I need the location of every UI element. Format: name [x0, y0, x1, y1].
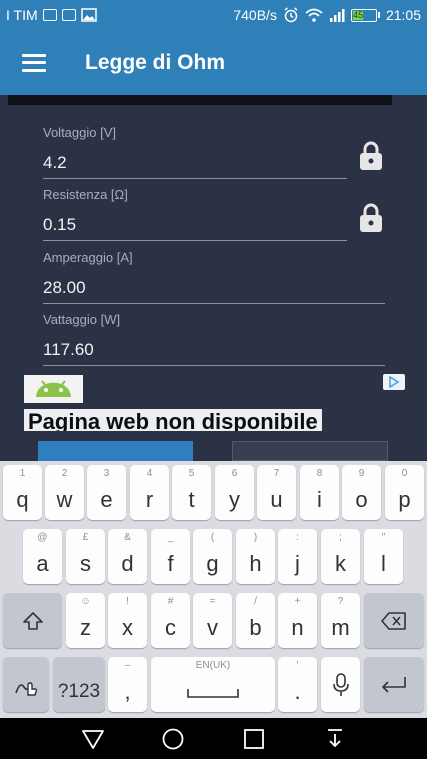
net-speed: 740B/s [233, 7, 277, 23]
period-key[interactable]: '. [278, 657, 317, 712]
key-r[interactable]: 4r [130, 465, 169, 520]
main-content: Voltaggio [V] 4.2 Resistenza [Ω] 0.15 Am… [0, 95, 427, 461]
space-bar[interactable]: EN(UK) [151, 657, 275, 712]
ad-banner-top[interactable] [8, 95, 392, 105]
image-icon [80, 8, 97, 22]
key-o[interactable]: 9o [342, 465, 381, 520]
wifi-icon [305, 8, 323, 22]
web-button-secondary[interactable] [232, 441, 388, 461]
key-v[interactable]: = v [193, 593, 232, 648]
adchoices-icon[interactable] [383, 374, 405, 390]
back-icon[interactable] [81, 728, 105, 750]
key-m[interactable]: ? m [321, 593, 360, 648]
current-input[interactable]: 28.00 [43, 278, 385, 304]
key-n[interactable]: + n [278, 593, 317, 648]
navigation-bar [0, 718, 427, 759]
home-icon[interactable] [161, 728, 185, 750]
key-c[interactable]: # c [151, 593, 190, 648]
key-w[interactable]: 2w [45, 465, 84, 520]
enter-icon [382, 676, 406, 693]
key-h[interactable]: ) h [236, 529, 275, 584]
app-bar: Legge di Ohm [0, 30, 427, 95]
key-p[interactable]: 0p [385, 465, 424, 520]
key-b[interactable]: / b [236, 593, 275, 648]
key-d[interactable]: & d [108, 529, 147, 584]
key-q[interactable]: 1q [3, 465, 42, 520]
current-label: Amperaggio [A] [43, 250, 133, 265]
messages-icon [61, 9, 76, 21]
backspace-key[interactable] [364, 593, 424, 648]
handwriting-key[interactable] [3, 657, 49, 712]
key-a[interactable]: @ a [23, 529, 62, 584]
voltage-input[interactable]: 4.2 [43, 153, 347, 179]
current-field[interactable]: Amperaggio [A] 28.00 [43, 250, 385, 304]
comma-key[interactable]: –, [108, 657, 147, 712]
hamburger-menu-icon[interactable] [22, 53, 46, 72]
key-g[interactable]: (g [193, 529, 232, 584]
key-k[interactable]: ; k [321, 529, 360, 584]
key-t[interactable]: 5t [172, 465, 211, 520]
resistance-field[interactable]: Resistenza [Ω] 0.15 [43, 187, 347, 241]
shift-key[interactable] [3, 593, 62, 648]
key-s[interactable]: £ s [66, 529, 105, 584]
web-button-primary[interactable] [38, 441, 193, 461]
recents-icon[interactable] [242, 728, 266, 750]
key-z[interactable]: ☺ z [66, 593, 105, 648]
keyboard: 1q 2w 3e 4r 5t 6y 7u 8i 9o 0p @ a £ s & d _… [0, 461, 427, 718]
power-input[interactable]: 117.60 [43, 340, 385, 366]
android-logo-icon[interactable] [24, 375, 83, 403]
backspace-icon [381, 611, 406, 630]
shift-icon [22, 611, 43, 630]
power-field[interactable]: Vattaggio [W] 117.60 [43, 312, 385, 366]
enter-key[interactable] [364, 657, 424, 712]
symbols-key[interactable]: ?123 [53, 657, 105, 712]
voice-input-key[interactable] [321, 657, 360, 712]
signal-icon [329, 9, 345, 22]
key-f[interactable]: _ f [151, 529, 190, 584]
key-e[interactable]: 3e [87, 465, 126, 520]
status-bar: I TIM 740B/s 45 21:05 [0, 0, 427, 30]
key-x[interactable]: ! x [108, 593, 147, 648]
key-j[interactable]: :j [278, 529, 317, 584]
alarm-icon [284, 7, 298, 23]
key-i[interactable]: 8i [300, 465, 339, 520]
space-icon [187, 688, 239, 698]
resistance-label: Resistenza [Ω] [43, 187, 128, 202]
voltage-field[interactable]: Voltaggio [V] 4.2 [43, 125, 347, 179]
resistance-input[interactable]: 0.15 [43, 215, 347, 241]
key-l[interactable]: " l [364, 529, 403, 584]
key-y[interactable]: 6y [215, 465, 254, 520]
page-title: Legge di Ohm [85, 50, 226, 74]
voltage-label: Voltaggio [V] [43, 125, 116, 140]
carrier-label: I TIM [6, 7, 38, 23]
photo-icon [42, 9, 57, 21]
notification-pulldown-icon[interactable] [323, 728, 347, 750]
hand-gesture-icon [15, 681, 38, 696]
microphone-icon [332, 672, 349, 696]
battery-icon: 45 [350, 8, 380, 22]
clock: 21:05 [385, 7, 421, 23]
power-label: Vattaggio [W] [43, 312, 121, 327]
web-unavailable-title: Pagina web non disponibile [24, 409, 322, 431]
voltage-lock-icon[interactable] [358, 140, 384, 170]
resistance-lock-icon[interactable] [358, 202, 384, 232]
key-u[interactable]: 7u [257, 465, 296, 520]
